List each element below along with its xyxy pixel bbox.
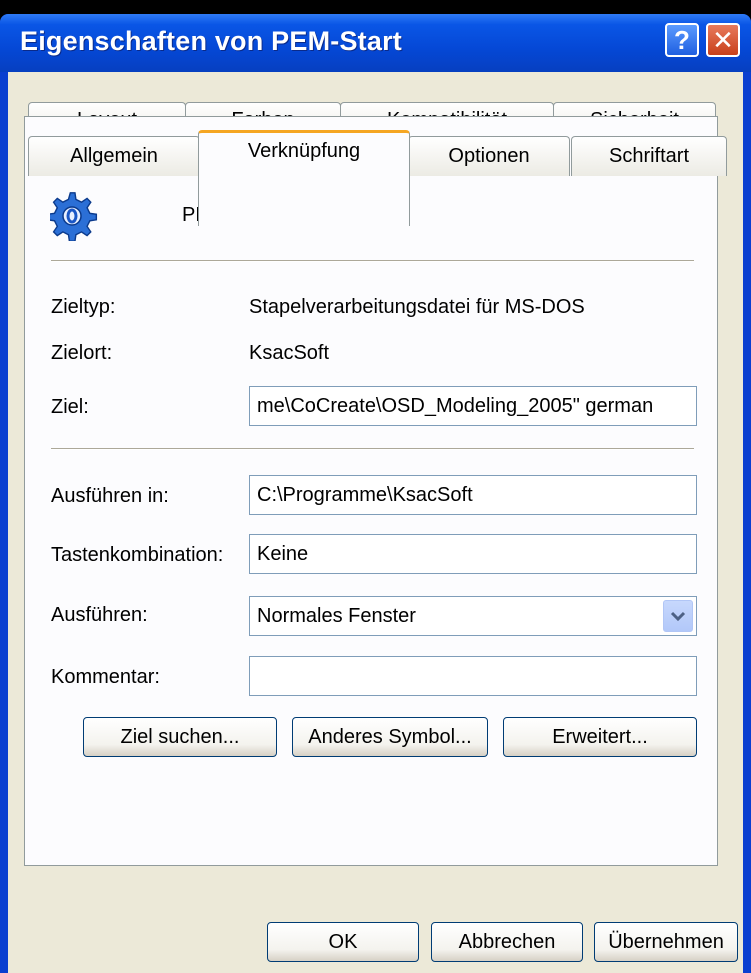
window-title: Eigenschaften von PEM-Start — [20, 26, 402, 56]
zielort-value: KsacSoft — [249, 342, 330, 364]
ausfuehren-in-label: Ausführen in: — [51, 485, 169, 507]
zielort-label: Zielort: — [51, 342, 113, 364]
kommentar-input[interactable] — [249, 656, 697, 696]
separator-middle — [51, 448, 694, 450]
chevron-down-icon — [670, 611, 686, 622]
tastenkombination-label: Tastenkombination: — [51, 544, 224, 566]
ausfuehren-label: Ausführen: — [51, 604, 148, 626]
zieltyp-value: Stapelverarbeitungsdatei für MS-DOS — [249, 296, 585, 318]
zieltyp-label: Zieltyp: — [51, 296, 116, 318]
title-bar[interactable]: Eigenschaften von PEM-Start ? ✕ — [0, 14, 751, 72]
abbrechen-button[interactable]: Abbrechen — [431, 922, 583, 962]
ziel-input[interactable]: me\CoCreate\OSD_Modeling_2005" german — [249, 386, 697, 426]
tab-verknuepfung[interactable]: Verknüpfung — [198, 130, 410, 226]
tastenkombination-input[interactable]: Keine — [249, 534, 697, 574]
dropdown-arrow-button[interactable] — [663, 600, 693, 632]
ziel-suchen-button[interactable]: Ziel suchen... — [83, 717, 277, 757]
uebernehmen-button[interactable]: Übernehmen — [594, 922, 738, 962]
erweitert-button[interactable]: Erweitert... — [503, 717, 697, 757]
close-button[interactable]: ✕ — [706, 23, 740, 57]
ok-button[interactable]: OK — [267, 922, 419, 962]
gear-batch-icon — [47, 191, 98, 242]
kommentar-label: Kommentar: — [51, 666, 160, 688]
ausfuehren-select[interactable]: Normales Fenster — [249, 596, 697, 636]
tab-optionen[interactable]: Optionen — [408, 136, 570, 176]
properties-window: Eigenschaften von PEM-Start ? ✕ Layout F… — [0, 14, 751, 973]
tab-schriftart[interactable]: Schriftart — [571, 136, 727, 176]
ausfuehren-select-value: Normales Fenster — [257, 605, 416, 627]
ausfuehren-in-input[interactable]: C:\Programme\KsacSoft — [249, 475, 697, 515]
separator-top — [51, 260, 694, 262]
ziel-label: Ziel: — [51, 396, 89, 418]
help-button[interactable]: ? — [665, 23, 699, 57]
anderes-symbol-button[interactable]: Anderes Symbol... — [292, 717, 488, 757]
tab-allgemein[interactable]: Allgemein — [28, 136, 200, 176]
